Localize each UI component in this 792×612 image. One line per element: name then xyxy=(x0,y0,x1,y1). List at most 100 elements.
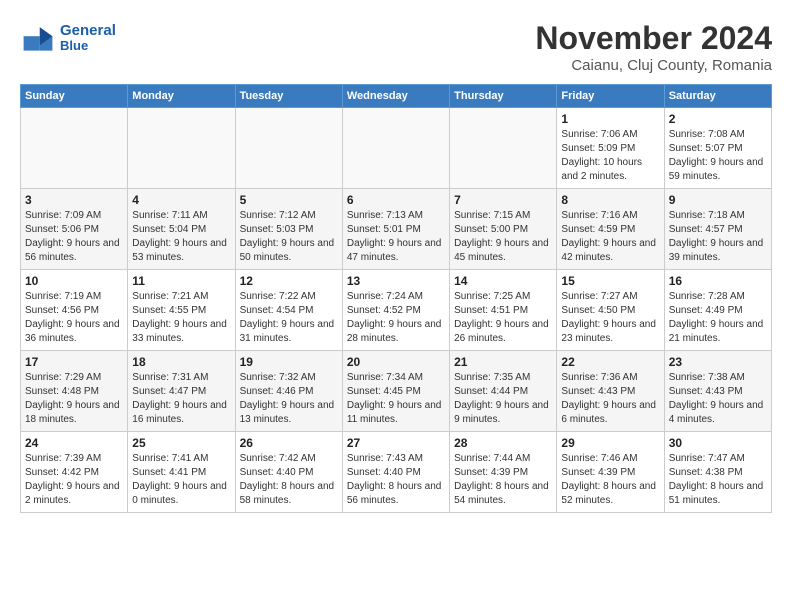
calendar-day-cell: 30 Sunrise: 7:47 AM Sunset: 4:38 PM Dayli… xyxy=(664,432,771,513)
day-info: Sunrise: 7:41 AM Sunset: 4:41 PM Dayligh… xyxy=(132,452,230,508)
calendar-day-cell: 9Sunrise: 7:18 AM Sunset: 4:57 PM Daylig… xyxy=(664,189,771,270)
calendar-day-cell xyxy=(450,108,557,189)
day-number: 16 xyxy=(669,274,767,288)
weekday-header-row: SundayMondayTuesdayWednesdayThursdayFrid… xyxy=(21,85,772,108)
calendar-week-row: 10 Sunrise: 7:19 AM Sunset: 4:56 PM Dayli… xyxy=(21,270,772,351)
day-number: 25 xyxy=(132,436,230,450)
calendar-week-row: 24Sunrise: 7:39 AM Sunset: 4:42 PM Dayli… xyxy=(21,432,772,513)
calendar-week-row: 17 Sunrise: 7:29 AM Sunset: 4:48 PM Dayli… xyxy=(21,351,772,432)
calendar-day-cell: 27Sunrise: 7:43 AM Sunset: 4:40 PM Dayli… xyxy=(342,432,449,513)
calendar-day-cell: 8Sunrise: 7:16 AM Sunset: 4:59 PM Daylig… xyxy=(557,189,664,270)
day-number: 17 xyxy=(25,355,123,369)
day-number: 4 xyxy=(132,193,230,207)
day-number: 29 xyxy=(561,436,659,450)
day-info: Sunrise: 7:36 AM Sunset: 4:43 PM Dayligh… xyxy=(561,371,659,427)
day-info: Sunrise: 7:25 AM Sunset: 4:51 PM Dayligh… xyxy=(454,290,552,346)
day-info: Sunrise: 7:34 AM Sunset: 4:45 PM Dayligh… xyxy=(347,371,445,427)
day-number: 3 xyxy=(25,193,123,207)
calendar-day-cell: 29Sunrise: 7:46 AM Sunset: 4:39 PM Dayli… xyxy=(557,432,664,513)
day-info: Sunrise: 7:15 AM Sunset: 5:00 PM Dayligh… xyxy=(454,209,552,265)
calendar-day-cell: 14 Sunrise: 7:25 AM Sunset: 4:51 PM Dayli… xyxy=(450,270,557,351)
calendar-day-cell xyxy=(21,108,128,189)
title-area: November 2024 Caianu, Cluj County, Roman… xyxy=(535,20,772,74)
day-info: Sunrise: 7:12 AM Sunset: 5:03 PM Dayligh… xyxy=(240,209,338,265)
calendar-body: 1Sunrise: 7:06 AM Sunset: 5:09 PM Daylig… xyxy=(21,108,772,513)
calendar-day-cell: 26 Sunrise: 7:42 AM Sunset: 4:40 PM Dayli… xyxy=(235,432,342,513)
day-info: Sunrise: 7:06 AM Sunset: 5:09 PM Dayligh… xyxy=(561,128,659,184)
weekday-header: Wednesday xyxy=(342,85,449,108)
day-number: 10 xyxy=(25,274,123,288)
day-number: 2 xyxy=(669,112,767,126)
calendar-day-cell: 25 Sunrise: 7:41 AM Sunset: 4:41 PM Dayli… xyxy=(128,432,235,513)
day-info: Sunrise: 7:11 AM Sunset: 5:04 PM Dayligh… xyxy=(132,209,230,265)
calendar-day-cell: 15 Sunrise: 7:27 AM Sunset: 4:50 PM Dayli… xyxy=(557,270,664,351)
calendar-day-cell: 21 Sunrise: 7:35 AM Sunset: 4:44 PM Dayli… xyxy=(450,351,557,432)
calendar-day-cell xyxy=(235,108,342,189)
day-number: 18 xyxy=(132,355,230,369)
day-number: 15 xyxy=(561,274,659,288)
calendar-day-cell: 7 Sunrise: 7:15 AM Sunset: 5:00 PM Daylig… xyxy=(450,189,557,270)
day-number: 9 xyxy=(669,193,767,207)
page-header: General Blue November 2024 Caianu, Cluj … xyxy=(20,20,772,74)
logo-line1: General xyxy=(60,23,116,40)
day-number: 7 xyxy=(454,193,552,207)
day-info: Sunrise: 7:47 AM Sunset: 4:38 PM Dayligh… xyxy=(669,452,767,508)
day-info: Sunrise: 7:29 AM Sunset: 4:48 PM Dayligh… xyxy=(25,371,123,427)
logo-icon xyxy=(20,20,56,56)
day-number: 20 xyxy=(347,355,445,369)
calendar-day-cell: 28Sunrise: 7:44 AM Sunset: 4:39 PM Dayli… xyxy=(450,432,557,513)
day-info: Sunrise: 7:31 AM Sunset: 4:47 PM Dayligh… xyxy=(132,371,230,427)
logo: General Blue xyxy=(20,20,116,56)
day-number: 8 xyxy=(561,193,659,207)
day-number: 12 xyxy=(240,274,338,288)
calendar-week-row: 1Sunrise: 7:06 AM Sunset: 5:09 PM Daylig… xyxy=(21,108,772,189)
day-info: Sunrise: 7:19 AM Sunset: 4:56 PM Dayligh… xyxy=(25,290,123,346)
calendar-table: SundayMondayTuesdayWednesdayThursdayFrid… xyxy=(20,84,772,513)
calendar-title: November 2024 xyxy=(535,20,772,57)
day-number: 23 xyxy=(669,355,767,369)
weekday-header: Thursday xyxy=(450,85,557,108)
calendar-day-cell: 3 Sunrise: 7:09 AM Sunset: 5:06 PM Daylig… xyxy=(21,189,128,270)
weekday-header: Sunday xyxy=(21,85,128,108)
day-number: 19 xyxy=(240,355,338,369)
day-number: 26 xyxy=(240,436,338,450)
calendar-day-cell: 4 Sunrise: 7:11 AM Sunset: 5:04 PM Daylig… xyxy=(128,189,235,270)
day-number: 14 xyxy=(454,274,552,288)
day-number: 24 xyxy=(25,436,123,450)
weekday-header: Monday xyxy=(128,85,235,108)
day-info: Sunrise: 7:42 AM Sunset: 4:40 PM Dayligh… xyxy=(240,452,338,508)
calendar-day-cell: 20 Sunrise: 7:34 AM Sunset: 4:45 PM Dayli… xyxy=(342,351,449,432)
calendar-day-cell: 18 Sunrise: 7:31 AM Sunset: 4:47 PM Dayli… xyxy=(128,351,235,432)
calendar-subtitle: Caianu, Cluj County, Romania xyxy=(535,57,772,74)
day-info: Sunrise: 7:38 AM Sunset: 4:43 PM Dayligh… xyxy=(669,371,767,427)
day-number: 13 xyxy=(347,274,445,288)
calendar-day-cell: 13 Sunrise: 7:24 AM Sunset: 4:52 PM Dayli… xyxy=(342,270,449,351)
day-number: 30 xyxy=(669,436,767,450)
day-number: 21 xyxy=(454,355,552,369)
calendar-day-cell xyxy=(342,108,449,189)
day-info: Sunrise: 7:35 AM Sunset: 4:44 PM Dayligh… xyxy=(454,371,552,427)
calendar-day-cell: 6 Sunrise: 7:13 AM Sunset: 5:01 PM Daylig… xyxy=(342,189,449,270)
calendar-day-cell: 12Sunrise: 7:22 AM Sunset: 4:54 PM Dayli… xyxy=(235,270,342,351)
day-info: Sunrise: 7:24 AM Sunset: 4:52 PM Dayligh… xyxy=(347,290,445,346)
day-info: Sunrise: 7:32 AM Sunset: 4:46 PM Dayligh… xyxy=(240,371,338,427)
calendar-week-row: 3 Sunrise: 7:09 AM Sunset: 5:06 PM Daylig… xyxy=(21,189,772,270)
calendar-day-cell: 24Sunrise: 7:39 AM Sunset: 4:42 PM Dayli… xyxy=(21,432,128,513)
calendar-day-cell: 1Sunrise: 7:06 AM Sunset: 5:09 PM Daylig… xyxy=(557,108,664,189)
day-info: Sunrise: 7:27 AM Sunset: 4:50 PM Dayligh… xyxy=(561,290,659,346)
day-info: Sunrise: 7:13 AM Sunset: 5:01 PM Dayligh… xyxy=(347,209,445,265)
calendar-day-cell: 16 Sunrise: 7:28 AM Sunset: 4:49 PM Dayli… xyxy=(664,270,771,351)
day-number: 11 xyxy=(132,274,230,288)
logo-line2: Blue xyxy=(60,39,116,53)
day-info: Sunrise: 7:43 AM Sunset: 4:40 PM Dayligh… xyxy=(347,452,445,508)
calendar-day-cell xyxy=(128,108,235,189)
day-number: 22 xyxy=(561,355,659,369)
calendar-header: SundayMondayTuesdayWednesdayThursdayFrid… xyxy=(21,85,772,108)
weekday-header: Tuesday xyxy=(235,85,342,108)
day-info: Sunrise: 7:09 AM Sunset: 5:06 PM Dayligh… xyxy=(25,209,123,265)
day-number: 5 xyxy=(240,193,338,207)
day-info: Sunrise: 7:28 AM Sunset: 4:49 PM Dayligh… xyxy=(669,290,767,346)
calendar-day-cell: 23 Sunrise: 7:38 AM Sunset: 4:43 PM Dayli… xyxy=(664,351,771,432)
day-number: 6 xyxy=(347,193,445,207)
weekday-header: Saturday xyxy=(664,85,771,108)
